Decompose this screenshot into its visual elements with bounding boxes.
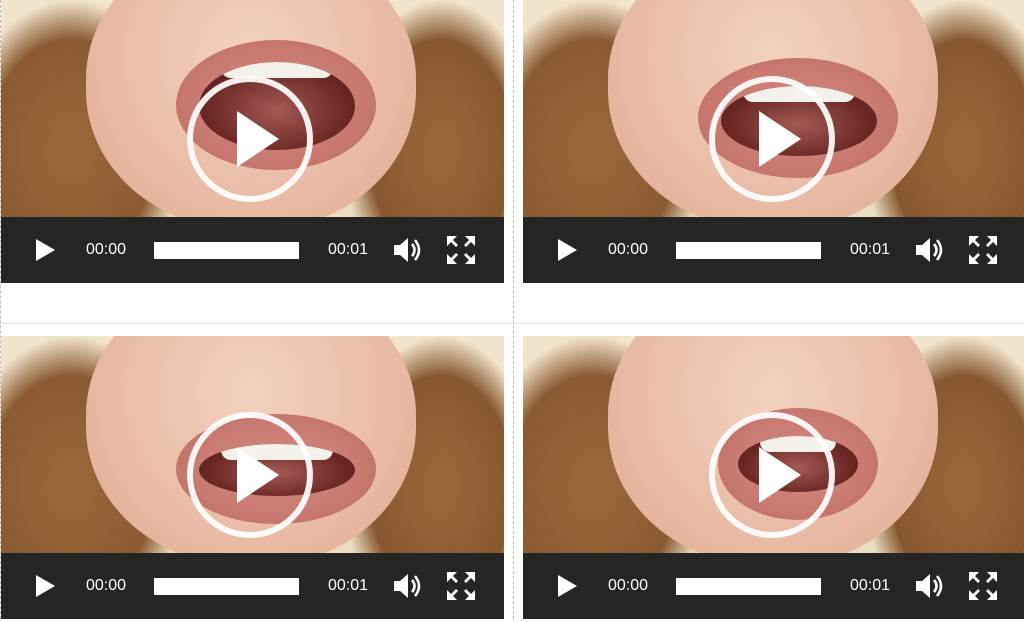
play-button[interactable]	[549, 569, 585, 603]
volume-button[interactable]	[911, 233, 949, 267]
play-button[interactable]	[549, 233, 585, 267]
fullscreen-button[interactable]	[965, 569, 1001, 603]
control-bar: 00:00 00:01	[1, 553, 504, 619]
volume-icon	[916, 574, 943, 598]
big-play-button[interactable]	[187, 412, 313, 538]
video-player-4: 00:00 00:01	[523, 336, 1024, 622]
progress-bar[interactable]	[676, 242, 821, 259]
video-player-2: 00:00 00:01	[523, 0, 1024, 286]
play-icon	[36, 575, 55, 597]
play-icon	[558, 239, 577, 261]
big-play-button[interactable]	[709, 412, 835, 538]
divider-vertical-center	[513, 0, 514, 619]
fullscreen-button[interactable]	[443, 233, 479, 267]
control-bar: 00:00 00:01	[1, 217, 504, 283]
play-circle-icon	[237, 447, 279, 503]
divider-horizontal	[0, 323, 1024, 324]
fullscreen-icon	[969, 572, 997, 600]
play-circle-icon	[759, 447, 801, 503]
volume-icon	[394, 238, 421, 262]
current-time: 00:00	[607, 241, 649, 258]
play-icon	[558, 575, 577, 597]
play-circle-icon	[237, 111, 279, 167]
video-frame[interactable]	[1, 0, 504, 217]
duration-time: 00:01	[849, 577, 891, 594]
video-frame[interactable]	[523, 336, 1024, 553]
volume-icon	[394, 574, 421, 598]
progress-bar[interactable]	[154, 578, 299, 595]
control-bar: 00:00 00:01	[523, 217, 1024, 283]
play-button[interactable]	[27, 569, 63, 603]
video-player-3: 00:00 00:01	[1, 336, 504, 622]
current-time: 00:00	[85, 241, 127, 258]
volume-button[interactable]	[911, 569, 949, 603]
volume-icon	[916, 238, 943, 262]
volume-button[interactable]	[389, 233, 427, 267]
video-frame[interactable]	[523, 0, 1024, 217]
play-icon	[36, 239, 55, 261]
progress-bar[interactable]	[154, 242, 299, 259]
duration-time: 00:01	[849, 241, 891, 258]
play-circle-icon	[759, 111, 801, 167]
big-play-button[interactable]	[187, 76, 313, 202]
volume-button[interactable]	[389, 569, 427, 603]
progress-bar[interactable]	[676, 578, 821, 595]
video-player-1: 00:00 00:01	[1, 0, 504, 286]
duration-time: 00:01	[327, 241, 369, 258]
current-time: 00:00	[607, 577, 649, 594]
video-frame[interactable]	[1, 336, 504, 553]
fullscreen-button[interactable]	[965, 233, 1001, 267]
fullscreen-icon	[447, 236, 475, 264]
duration-time: 00:01	[327, 577, 369, 594]
big-play-button[interactable]	[709, 76, 835, 202]
fullscreen-icon	[447, 572, 475, 600]
fullscreen-icon	[969, 236, 997, 264]
control-bar: 00:00 00:01	[523, 553, 1024, 619]
fullscreen-button[interactable]	[443, 569, 479, 603]
play-button[interactable]	[27, 233, 63, 267]
current-time: 00:00	[85, 577, 127, 594]
